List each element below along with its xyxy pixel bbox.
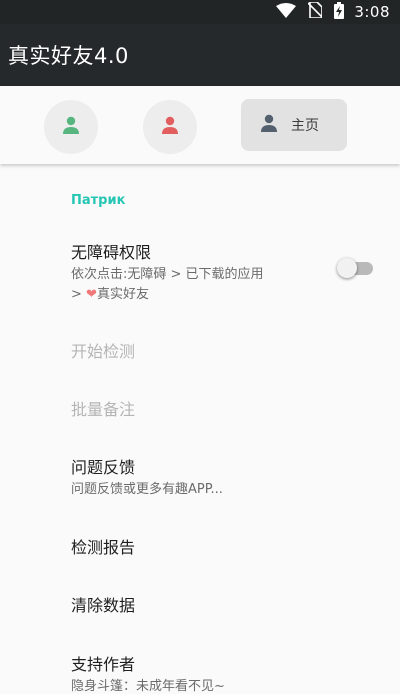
support-title: 支持作者 [71,655,136,674]
heart-icon: ❤ [86,287,97,302]
clear-data-item[interactable]: 清除数据 [71,592,371,616]
accessibility-summary-prefix: > [71,287,87,302]
feedback-title: 问题反馈 [71,458,136,477]
feedback-summary: 问题反馈或更多有趣APP... [71,482,223,497]
report-item[interactable]: 检测报告 [71,534,371,558]
batch-note-item[interactable]: 批量备注 [71,396,371,420]
status-time: 3:08 [354,3,390,21]
tab-home-label: 主页 [291,118,319,134]
user-icon [61,115,81,139]
battery-charging-icon [334,1,345,23]
support-author-item[interactable]: 支持作者 隐身斗篷：未成年看不见~ [71,651,371,694]
wifi-icon [276,2,297,22]
tab-home[interactable]: 主页 [241,99,347,151]
no-sim-icon [307,1,324,22]
start-detect-item[interactable]: 开始检测 [71,338,371,362]
start-detect-title: 开始检测 [71,342,136,361]
support-summary: 隐身斗篷：未成年看不见~ [71,679,225,694]
accessibility-summary: 依次点击:无障碍 > 已下载的应用 > ❤真实好友 [71,265,371,305]
accessibility-toggle[interactable] [337,258,373,278]
status-bar: 3:08 [0,0,400,24]
report-title: 检测报告 [71,538,136,557]
section-header: Патрик [71,193,126,208]
tab-green-user[interactable] [44,100,98,154]
user-icon [160,115,180,139]
app-title: 真实好友4.0 [8,44,129,68]
tab-strip: 主页 [0,86,400,164]
accessibility-summary-line1: 依次点击:无障碍 > 已下载的应用 [71,267,264,282]
accessibility-permission-item[interactable]: 无障碍权限 依次点击:无障碍 > 已下载的应用 > ❤真实好友 [71,239,371,305]
accessibility-title: 无障碍权限 [71,243,152,262]
feedback-item[interactable]: 问题反馈 问题反馈或更多有趣APP... [71,454,371,500]
toggle-thumb [337,258,357,278]
batch-note-title: 批量备注 [71,400,136,419]
tab-red-user[interactable] [143,100,197,154]
user-icon [259,113,279,137]
clear-data-title: 清除数据 [71,596,136,615]
app-bar: 真实好友4.0 [0,24,400,86]
accessibility-summary-suffix: 真实好友 [96,287,149,302]
